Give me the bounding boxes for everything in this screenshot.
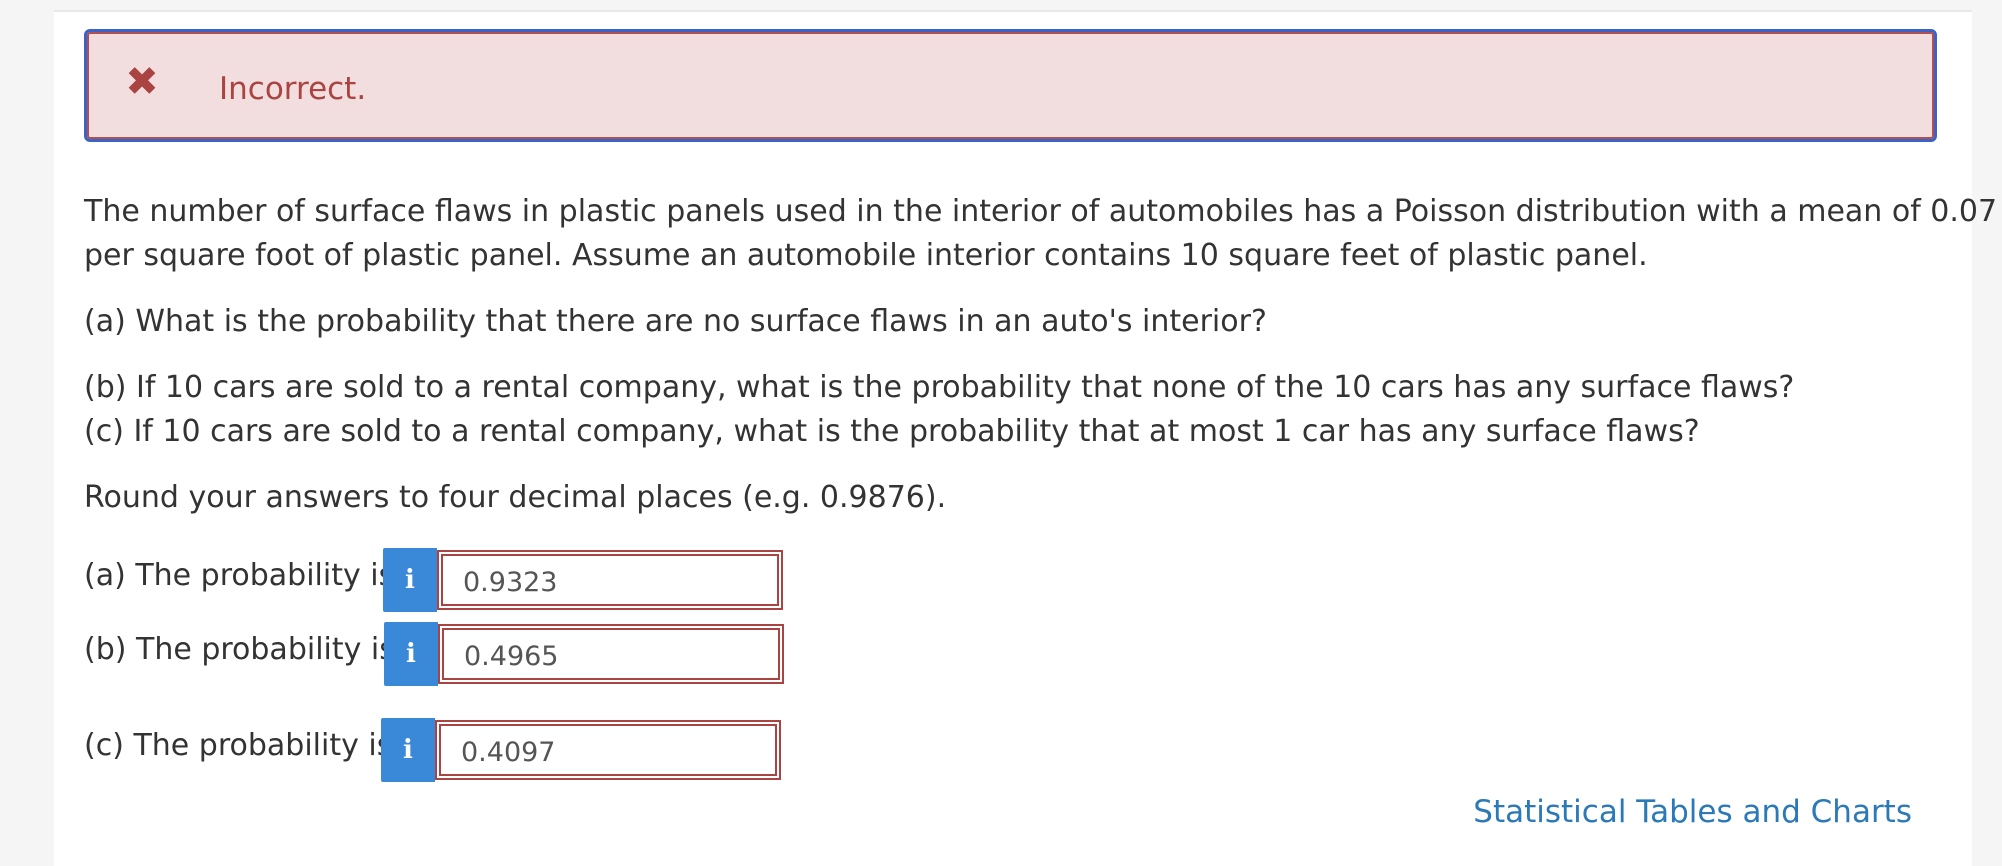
info-icon[interactable]: i — [381, 718, 435, 782]
question-part-b: (b) If 10 cars are sold to a rental comp… — [84, 370, 1795, 405]
divider — [54, 10, 1972, 12]
alert-text: Incorrect. — [219, 71, 367, 107]
answer-a-field — [437, 550, 785, 612]
close-icon: ✖ — [125, 59, 159, 105]
statistical-tables-link[interactable]: Statistical Tables and Charts — [1473, 792, 1912, 832]
answer-b-field — [438, 624, 786, 686]
question-intro-line-2: per square foot of plastic panel. Assume… — [84, 238, 1648, 273]
answer-c-label: (c) The probability is — [84, 728, 393, 763]
answer-b-input[interactable] — [440, 626, 786, 686]
answer-c-field — [435, 720, 783, 782]
answer-a-label: (a) The probability is — [84, 558, 395, 593]
question-panel: ✖ Incorrect. The number of surface flaws… — [54, 10, 2002, 866]
info-icon[interactable]: i — [384, 622, 438, 686]
answer-a-input[interactable] — [439, 552, 785, 612]
incorrect-alert: ✖ Incorrect. — [84, 29, 1937, 142]
question-part-c: (c) If 10 cars are sold to a rental comp… — [84, 414, 1700, 449]
answer-b-label: (b) The probability is — [84, 632, 395, 667]
question-part-a: (a) What is the probability that there a… — [84, 304, 1267, 339]
question-intro-line-1: The number of surface flaws in plastic p… — [84, 194, 2002, 229]
answer-c-input[interactable] — [437, 722, 783, 782]
info-icon[interactable]: i — [383, 548, 437, 612]
rounding-instruction: Round your answers to four decimal place… — [84, 480, 947, 515]
